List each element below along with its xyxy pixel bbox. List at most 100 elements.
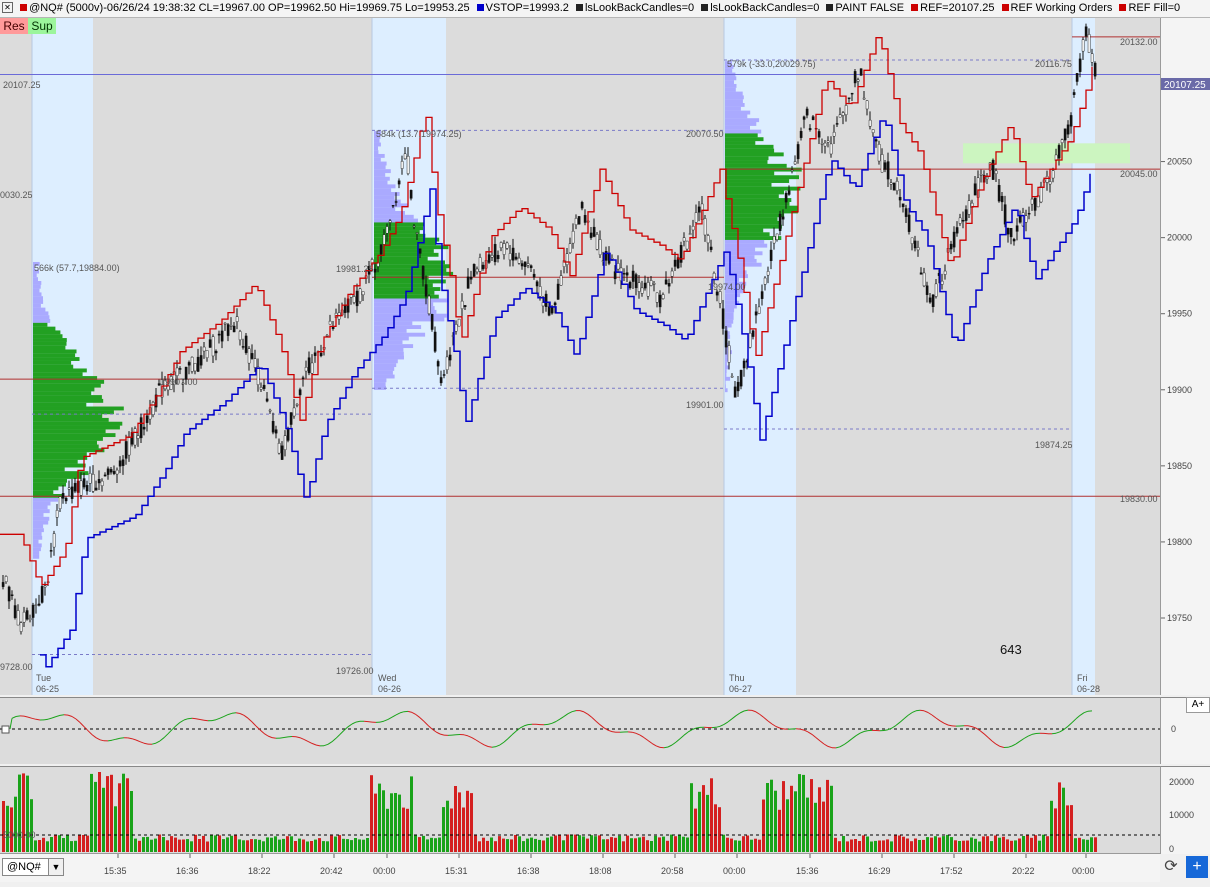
- candle-body: [104, 475, 106, 476]
- candle-body: [1070, 115, 1072, 126]
- volume-bar: [266, 837, 269, 852]
- volume-bar: [694, 809, 697, 852]
- volume-bar: [1042, 835, 1045, 852]
- volume-bar: [254, 839, 257, 852]
- oscillator-line-segment: [904, 715, 908, 718]
- volume-bar: [422, 836, 425, 852]
- volume-bar: [738, 841, 741, 852]
- candle-body: [761, 292, 763, 299]
- volume-profile-bar-thu: [725, 103, 745, 107]
- candle-body: [893, 183, 895, 190]
- volume-bar: [370, 775, 373, 852]
- oscillator-line-segment: [424, 721, 428, 725]
- volume-panel[interactable]: 5000.00: [0, 766, 1160, 854]
- oscillator-line-segment: [68, 715, 72, 716]
- candle-body: [809, 128, 811, 129]
- volume-profile-bar-thu: [725, 145, 774, 149]
- price-axis[interactable]: 2015020100200502000019950199001985019800…: [1160, 18, 1210, 695]
- volume-bar: [82, 835, 85, 852]
- candle-body: [953, 232, 955, 247]
- price-chart-svg[interactable]: 20107.25 20132.00 20116.75 20070.50 2004…: [0, 18, 1160, 695]
- candle-body: [266, 399, 268, 401]
- volume-bar: [1050, 801, 1053, 852]
- volume-profile-bar-thu: [725, 373, 726, 377]
- candle-body: [539, 286, 541, 296]
- candle-body: [1013, 239, 1015, 241]
- volume-profile-bar-wed: [374, 211, 405, 215]
- candle-body: [845, 105, 847, 114]
- oscillator-line-segment: [924, 711, 928, 713]
- candle-body: [2, 582, 4, 586]
- oscillator-line-segment: [752, 710, 756, 712]
- oscillator-line-segment: [32, 718, 36, 719]
- volume-profile-bar-tue: [33, 342, 67, 346]
- volume-profile-bar-tue: [33, 311, 48, 315]
- sup-button[interactable]: Sup: [28, 18, 56, 34]
- chevron-down-icon[interactable]: ▼: [48, 859, 63, 875]
- candle-body: [515, 257, 517, 259]
- time-axis[interactable]: 15:3516:3618:2220:4200:0015:3116:3818:08…: [0, 853, 1160, 882]
- volume-bar: [210, 835, 213, 852]
- candle-body: [470, 277, 472, 279]
- candle-body: [503, 244, 505, 255]
- volume-bar: [358, 839, 361, 852]
- volume-profile-bar-tue: [33, 471, 88, 475]
- oscillator-line-segment: [668, 745, 672, 747]
- volume-bar: [470, 793, 473, 852]
- candle-body: [1079, 59, 1081, 72]
- candle-body: [1025, 216, 1027, 222]
- oscillator-line-segment: [308, 741, 312, 743]
- add-chart-button[interactable]: +: [1186, 856, 1208, 878]
- oscillator-handle[interactable]: [2, 726, 9, 733]
- volume-bar: [374, 794, 377, 852]
- oscillator-line-segment: [160, 738, 164, 741]
- volume-profile-bar-tue: [33, 353, 75, 357]
- volume-profile-bar-tue: [33, 349, 77, 353]
- oscillator-line-segment: [472, 738, 476, 740]
- price-chart-panel[interactable]: 20107.25 20132.00 20116.75 20070.50 2004…: [0, 18, 1160, 695]
- oscillator-line-segment: [548, 723, 552, 724]
- volume-bar: [378, 784, 381, 852]
- volume-bar: [250, 839, 253, 852]
- header-item-paint: PAINT FALSE: [826, 0, 904, 17]
- oscillator-panel[interactable]: [0, 697, 1160, 764]
- symbol-selector[interactable]: @NQ# ▼: [2, 858, 64, 876]
- add-indicator-button[interactable]: A+: [1186, 697, 1210, 713]
- candle-body: [995, 171, 997, 174]
- volume-bar: [366, 838, 369, 852]
- oscillator-line-segment: [212, 720, 216, 721]
- oscillator-line-segment: [248, 718, 252, 722]
- candle-body: [923, 273, 925, 286]
- candle-body: [524, 262, 526, 267]
- oscillator-line-segment: [28, 717, 32, 718]
- refresh-icon[interactable]: ⟳: [1160, 856, 1182, 878]
- volume-bar: [202, 836, 205, 852]
- volume-bar: [114, 806, 117, 852]
- candle-body: [374, 269, 376, 272]
- volume-tick-0: 0: [1169, 844, 1174, 854]
- volume-bar: [570, 835, 573, 852]
- volume-profile-bar-tue: [33, 330, 60, 334]
- oscillator-line-segment: [300, 738, 304, 740]
- volume-bar: [562, 840, 565, 852]
- candle-body: [722, 309, 724, 329]
- volume-bar: [914, 839, 917, 853]
- volume-profile-bar-wed: [374, 181, 388, 185]
- res-button[interactable]: Res: [0, 18, 28, 34]
- oscillator-line-segment: [492, 747, 496, 748]
- candle-body: [215, 351, 217, 353]
- candle-body: [224, 323, 226, 324]
- oscillator-line-segment: [108, 740, 112, 741]
- volume-bar: [1082, 839, 1085, 852]
- header-icon-close[interactable]: ✕: [2, 2, 13, 13]
- oscillator-line-segment: [1076, 715, 1080, 718]
- volume-profile-bar-tue: [33, 426, 120, 430]
- volume-bar: [434, 838, 437, 852]
- volume-bar: [170, 836, 173, 852]
- candle-body: [302, 378, 304, 379]
- candle-body: [35, 604, 37, 605]
- volume-bar: [814, 803, 817, 852]
- oscillator-line-segment: [220, 716, 224, 718]
- volume-profile-bar-wed: [374, 283, 433, 287]
- volume-profile-bar-thu: [725, 80, 734, 84]
